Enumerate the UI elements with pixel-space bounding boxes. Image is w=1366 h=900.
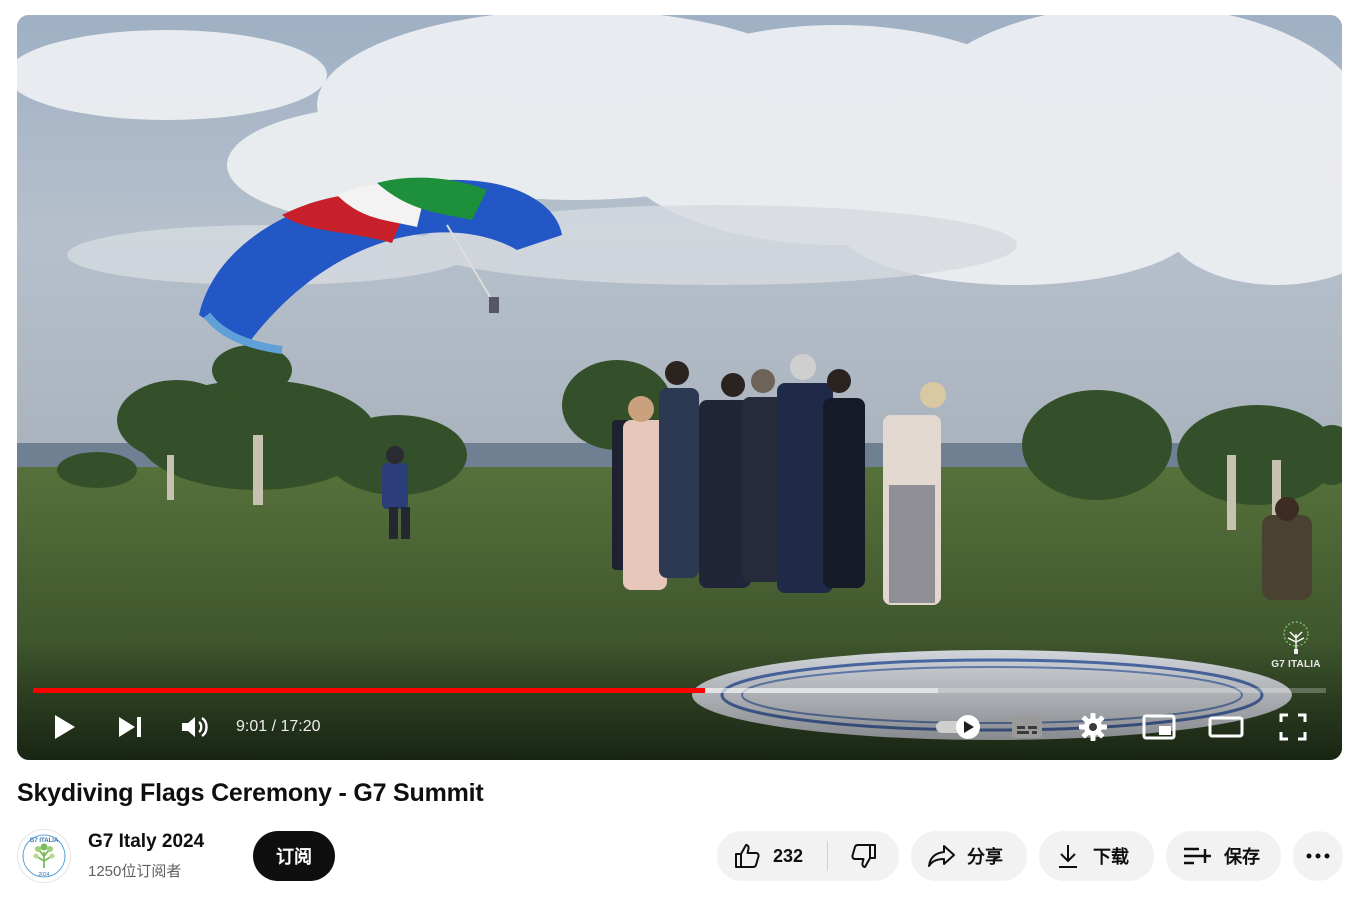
captions-icon bbox=[1012, 716, 1042, 738]
save-playlist-icon bbox=[1184, 847, 1211, 865]
gear-icon bbox=[1079, 713, 1107, 741]
subscriber-count: 1250位订阅者 bbox=[88, 863, 182, 880]
download-button[interactable]: 下载 bbox=[1039, 831, 1154, 881]
channel-watermark[interactable]: G7 ITALIA bbox=[1264, 620, 1328, 670]
play-icon bbox=[55, 715, 75, 739]
settings-button[interactable] bbox=[1069, 703, 1117, 751]
thumbs-down-icon bbox=[850, 844, 876, 868]
download-icon bbox=[1059, 845, 1077, 868]
save-label: 保存 bbox=[1224, 847, 1260, 867]
time-current: 9:01 bbox=[236, 718, 268, 735]
volume-icon bbox=[182, 717, 208, 737]
like-button[interactable]: 232 bbox=[717, 831, 827, 881]
dislike-button[interactable] bbox=[828, 831, 899, 881]
next-icon bbox=[119, 717, 141, 737]
volume-button[interactable] bbox=[171, 703, 219, 751]
avatar-logo-year: 2024 bbox=[38, 872, 49, 878]
video-title: Skydiving Flags Ceremony - G7 Summit bbox=[17, 779, 484, 807]
like-dislike-group: 232 bbox=[717, 831, 899, 881]
next-button[interactable] bbox=[106, 703, 154, 751]
g7-tree-logo-icon bbox=[1283, 621, 1309, 654]
time-total: 17:20 bbox=[280, 718, 321, 735]
player-controls: 9:01 / 17:20 bbox=[17, 703, 1342, 751]
time-separator: / bbox=[271, 718, 277, 735]
theater-mode-button[interactable] bbox=[1202, 703, 1250, 751]
autoplay-toggle-icon bbox=[936, 715, 980, 739]
seek-bar[interactable] bbox=[33, 688, 1326, 693]
video-player[interactable]: G7 ITALIA 9:01 / 17:20 bbox=[17, 15, 1342, 760]
g7-italia-logo-icon: G7 ITALIA 2024 bbox=[20, 832, 68, 880]
thumbs-up-icon bbox=[735, 844, 760, 868]
more-icon bbox=[1306, 853, 1330, 859]
play-button[interactable] bbox=[41, 703, 89, 751]
share-label: 分享 bbox=[967, 847, 1003, 867]
miniplayer-button[interactable] bbox=[1135, 703, 1183, 751]
fullscreen-button[interactable] bbox=[1269, 703, 1317, 751]
seek-bar-played bbox=[33, 688, 706, 693]
share-button[interactable]: 分享 bbox=[911, 831, 1027, 881]
watermark-text: G7 ITALIA bbox=[1271, 659, 1321, 670]
channel-avatar[interactable]: G7 ITALIA 2024 bbox=[17, 829, 71, 883]
time-display: 9:01 / 17:20 bbox=[236, 703, 321, 751]
subscribe-button[interactable]: 订阅 bbox=[253, 831, 335, 881]
download-label: 下载 bbox=[1093, 847, 1129, 867]
save-button[interactable]: 保存 bbox=[1166, 831, 1281, 881]
share-icon bbox=[928, 845, 955, 867]
captions-button[interactable] bbox=[1003, 703, 1051, 751]
video-frame[interactable] bbox=[17, 15, 1342, 760]
theater-icon bbox=[1208, 716, 1244, 738]
fullscreen-icon bbox=[1279, 713, 1307, 741]
channel-name[interactable]: G7 Italy 2024 bbox=[88, 831, 204, 853]
avatar-logo-text: G7 ITALIA bbox=[30, 838, 59, 844]
autoplay-toggle[interactable] bbox=[931, 703, 987, 751]
like-count: 232 bbox=[773, 845, 804, 866]
miniplayer-icon bbox=[1142, 714, 1176, 740]
more-actions-button[interactable] bbox=[1293, 831, 1343, 881]
